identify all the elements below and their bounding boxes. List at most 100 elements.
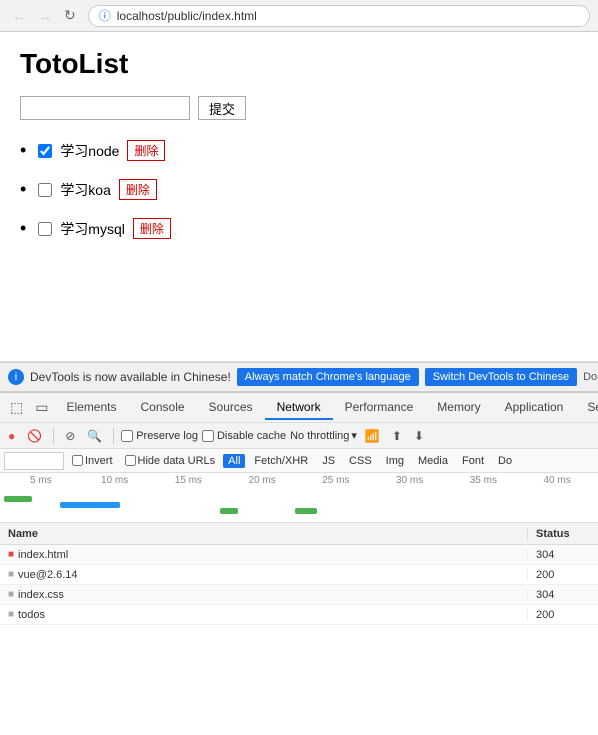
search-button[interactable]: 🔍: [83, 427, 106, 445]
todo-label-2: 学习koa: [60, 180, 111, 200]
network-row-2[interactable]: ■ index.css 304: [0, 585, 598, 605]
devtools-notify-text: DevTools is now available in Chinese!: [30, 370, 231, 384]
network-row-status-0: 304: [528, 549, 598, 561]
file-icon-css-2: ■: [8, 589, 14, 600]
page-title: TotoList: [20, 48, 578, 80]
todo-input[interactable]: [20, 96, 190, 120]
timeline-label-3: 20 ms: [225, 475, 299, 486]
filter-js-button[interactable]: JS: [317, 454, 340, 468]
todo-label-1: 学习node: [60, 141, 119, 161]
network-row-status-2: 304: [528, 589, 598, 601]
timeline-label-0: 5 ms: [4, 475, 78, 486]
wifi-icon[interactable]: 📶: [361, 427, 384, 445]
throttle-arrow-icon: ▾: [351, 429, 357, 442]
hide-data-urls-label[interactable]: Hide data URLs: [121, 454, 220, 468]
toolbar-sep-2: [113, 428, 114, 444]
timeline-label-4: 25 ms: [299, 475, 373, 486]
todo-checkbox-2[interactable]: [38, 183, 52, 197]
filter-doc-button[interactable]: Do: [493, 454, 517, 468]
devtools-notification-bar: i DevTools is now available in Chinese! …: [0, 362, 598, 392]
info-dot-icon: i: [8, 369, 24, 385]
match-language-button[interactable]: Always match Chrome's language: [237, 368, 419, 386]
disable-cache-checkbox[interactable]: [202, 430, 214, 442]
devtools-inspect-icon[interactable]: ⬚: [4, 395, 29, 420]
todo-item-1: 学习node 删除: [20, 140, 578, 161]
timeline-bar-4: [295, 508, 317, 514]
filter-font-button[interactable]: Font: [457, 454, 489, 468]
back-button[interactable]: ←: [8, 6, 30, 26]
filter-media-button[interactable]: Media: [413, 454, 453, 468]
todo-label-3: 学习mysql: [60, 219, 125, 239]
disable-cache-label: Disable cache: [202, 430, 286, 442]
forward-button[interactable]: →: [34, 6, 56, 26]
timeline-label-1: 10 ms: [78, 475, 152, 486]
devtools-device-icon[interactable]: ▭: [29, 395, 54, 420]
network-row-name-0: ■ index.html: [0, 549, 528, 561]
timeline-bar-3: [220, 508, 238, 514]
network-row-3[interactable]: ■ todos 200: [0, 605, 598, 625]
filter-all-button[interactable]: All: [223, 454, 245, 468]
delete-button-2[interactable]: 删除: [119, 179, 157, 200]
todo-item-2: 学习koa 删除: [20, 179, 578, 200]
file-icon-json-3: ■: [8, 609, 14, 620]
record-button[interactable]: ●: [4, 427, 19, 445]
network-row-name-3: ■ todos: [0, 609, 528, 621]
submit-button[interactable]: 提交: [198, 96, 246, 120]
ssl-icon: ⓘ: [99, 7, 111, 24]
devtools-toolbar: ● 🚫 ⊘ 🔍 Preserve log Disable cache No th…: [0, 423, 598, 449]
tab-elements[interactable]: Elements: [54, 396, 128, 420]
file-icon-js-1: ■: [8, 569, 14, 580]
network-row-status-3: 200: [528, 609, 598, 621]
hide-data-urls-checkbox[interactable]: [125, 455, 136, 466]
tab-memory[interactable]: Memory: [425, 396, 492, 420]
switch-to-chinese-button[interactable]: Switch DevTools to Chinese: [425, 368, 577, 386]
toolbar-sep-1: [53, 428, 54, 444]
tab-network[interactable]: Network: [265, 396, 333, 420]
filter-fetch-button[interactable]: Fetch/XHR: [249, 454, 313, 468]
timeline-bar-2: [60, 502, 120, 508]
timeline-label-6: 35 ms: [447, 475, 521, 486]
timeline-bar-1: [4, 496, 32, 502]
todo-input-row: 提交: [20, 96, 578, 120]
timeline-area: 5 ms 10 ms 15 ms 20 ms 25 ms 30 ms 35 ms…: [0, 473, 598, 523]
throttle-dropdown[interactable]: No throttling ▾: [290, 429, 357, 442]
delete-button-1[interactable]: 删除: [127, 140, 165, 161]
todo-checkbox-1[interactable]: [38, 144, 52, 158]
address-text: localhost/public/index.html: [117, 9, 257, 23]
column-name-header: Name: [0, 528, 528, 540]
export-icon[interactable]: ⬇: [410, 427, 428, 445]
filter-img-button[interactable]: Img: [381, 454, 409, 468]
address-bar[interactable]: ⓘ localhost/public/index.html: [88, 5, 590, 27]
todo-list: 学习node 删除 学习koa 删除 学习mysql 删除: [20, 140, 578, 239]
throttle-text: No throttling: [290, 430, 349, 442]
network-row-0[interactable]: ■ index.html 304: [0, 545, 598, 565]
network-row-name-2: ■ index.css: [0, 589, 528, 601]
timeline-label-2: 15 ms: [152, 475, 226, 486]
preserve-log-checkbox[interactable]: [121, 430, 133, 442]
dismiss-notification-button[interactable]: Don: [583, 371, 598, 383]
invert-checkbox[interactable]: [72, 455, 83, 466]
timeline-label-5: 30 ms: [373, 475, 447, 486]
network-table-header: Name Status: [0, 523, 598, 545]
network-row-1[interactable]: ■ vue@2.6.14 200: [0, 565, 598, 585]
filter-button[interactable]: ⊘: [61, 427, 79, 445]
tab-console[interactable]: Console: [129, 396, 197, 420]
filter-css-button[interactable]: CSS: [344, 454, 377, 468]
hide-data-urls-text: Hide data URLs: [138, 455, 216, 467]
network-row-status-1: 200: [528, 569, 598, 581]
clear-button[interactable]: 🚫: [23, 427, 46, 445]
tab-performance[interactable]: Performance: [333, 396, 426, 420]
import-icon[interactable]: ⬆: [388, 427, 406, 445]
tab-application[interactable]: Application: [493, 396, 576, 420]
column-status-header: Status: [528, 528, 598, 540]
nav-buttons: ← → ↻: [8, 5, 80, 26]
browser-chrome: ← → ↻ ⓘ localhost/public/index.html: [0, 0, 598, 32]
reload-button[interactable]: ↻: [60, 5, 80, 26]
delete-button-3[interactable]: 删除: [133, 218, 171, 239]
file-icon-html-0: ■: [8, 549, 14, 560]
filter-input[interactable]: [4, 452, 64, 470]
tab-security[interactable]: Sec: [575, 396, 598, 420]
tab-sources[interactable]: Sources: [197, 396, 265, 420]
invert-label[interactable]: Invert: [68, 454, 117, 468]
todo-checkbox-3[interactable]: [38, 222, 52, 236]
